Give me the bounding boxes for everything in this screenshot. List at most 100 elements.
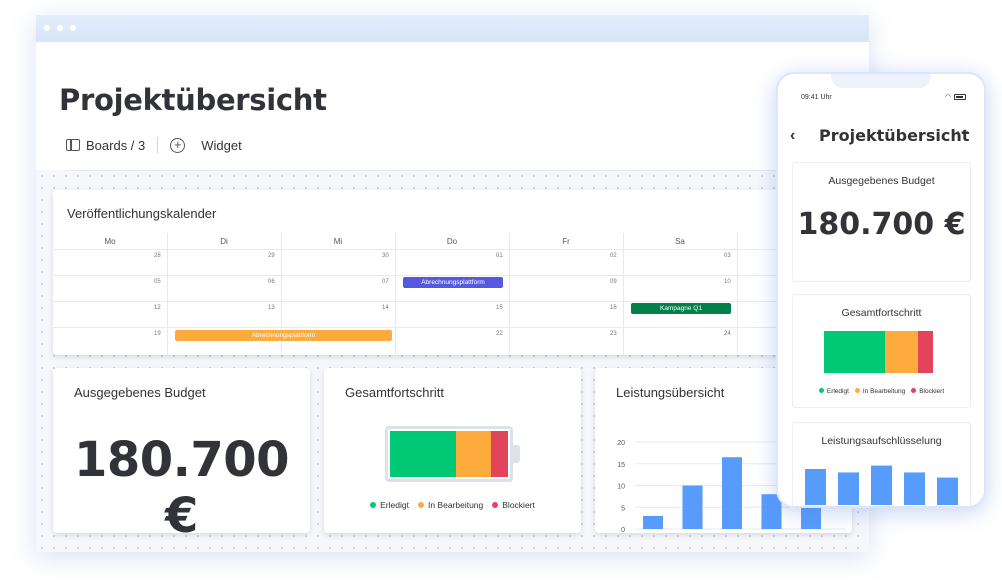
calendar-date: 23 (610, 331, 617, 337)
progress-title: Gesamtfortschritt (345, 385, 444, 400)
calendar-date: 13 (268, 305, 275, 311)
phone-progress-bar (824, 331, 933, 373)
legend-swatch (818, 388, 824, 393)
desktop-window: Projektübersicht Boards / 3 + Widget Ver… (36, 15, 869, 552)
window-dot (44, 25, 50, 31)
calendar-date: 29 (268, 253, 275, 259)
calendar-date: 30 (382, 253, 389, 259)
calendar-event[interactable]: Abrechnungsplattform (175, 330, 392, 341)
wifi-icon: ◠ (944, 94, 951, 101)
progress-segment (491, 431, 508, 477)
toolbar-divider (157, 137, 159, 153)
legend-item: Blockiert (911, 388, 944, 395)
budget-value: 180.700 € (73, 432, 290, 544)
battery-icon (954, 94, 966, 101)
calendar-date: 06 (268, 279, 275, 285)
phone-progress-legend: Erledigt In Bearbeitung Blockiert (793, 388, 970, 395)
board-icon (66, 139, 80, 151)
calendar-date: 05 (154, 279, 161, 285)
boards-button[interactable]: Boards / 3 (86, 138, 145, 153)
legend-item: Erledigt (370, 500, 409, 510)
progress-segment (824, 331, 886, 373)
window-dot (57, 25, 63, 31)
legend-label: Erledigt (826, 388, 849, 395)
y-tick-label: 0 (621, 527, 625, 533)
y-tick-label: 20 (617, 440, 625, 447)
calendar-weekdays: Mo Di Mi Do Fr Sa (53, 233, 843, 249)
legend-swatch (854, 388, 860, 393)
calendar-date: 14 (382, 305, 389, 311)
bar (643, 515, 663, 529)
calendar-week: 19 20 21 22 23 24 (53, 327, 843, 353)
progress-segment (456, 431, 492, 477)
legend-swatch (417, 502, 424, 508)
legend-label: In Bearbeitung (427, 500, 484, 510)
calendar-date: 22 (496, 331, 503, 337)
weekday-label: Mi (333, 237, 343, 246)
progress-battery (385, 426, 513, 482)
status-time: 09:41 Uhr (801, 94, 832, 101)
calendar-date: 15 (496, 305, 503, 311)
y-tick-label: 10 (617, 484, 625, 491)
battery-cap (513, 445, 520, 463)
legend-label: Blockiert (919, 388, 945, 395)
status-icons: ◠ (945, 93, 966, 101)
calendar-date: 28 (154, 253, 161, 259)
bar (937, 477, 958, 505)
weekday-label: Mo (104, 237, 116, 246)
legend-swatch (911, 388, 917, 393)
progress-legend: Erledigt In Bearbeitung Blockiert (324, 500, 581, 510)
calendar-widget[interactable]: Veröffentlichungskalender Mo Di Mi Do Fr… (53, 190, 843, 355)
progress-segment (390, 431, 457, 477)
calendar-date: 01 (496, 253, 503, 259)
phone-budget-card[interactable]: Ausgegebenes Budget 180.700 € (792, 162, 971, 282)
weekday-label: Sa (675, 237, 685, 246)
calendar-date: 03 (724, 253, 731, 259)
calendar-date: 09 (610, 279, 617, 285)
widget-button[interactable]: Widget (201, 138, 241, 153)
bar (904, 472, 925, 505)
phone-breakdown-card[interactable]: Leistungsaufschlüsselung (792, 422, 971, 506)
progress-segment (885, 331, 918, 373)
bar (838, 472, 859, 505)
bar (682, 485, 703, 529)
phone-notch (831, 74, 931, 88)
bar (871, 465, 892, 505)
calendar-date: 02 (610, 253, 617, 259)
legend-label: In Bearbeitung (862, 388, 906, 395)
page-title: Projektübersicht (59, 83, 327, 117)
calendar-event[interactable]: Abrechnungsplattform (403, 277, 503, 288)
legend-swatch (370, 502, 377, 508)
weekday-label: Di (220, 237, 228, 246)
calendar-date: 12 (154, 305, 161, 311)
dashboard-header: Projektübersicht Boards / 3 + Widget (36, 42, 869, 171)
legend-label: Blockiert (502, 500, 535, 510)
y-tick-label: 15 (617, 462, 625, 469)
calendar-date: 07 (382, 279, 389, 285)
legend-label: Erledigt (380, 500, 409, 510)
phone-budget-value: 180.700 € (797, 207, 966, 242)
progress-segment (917, 331, 933, 373)
legend-swatch (492, 502, 499, 508)
more-icon[interactable]: ··· (956, 124, 970, 140)
calendar-date: 10 (724, 279, 731, 285)
budget-widget[interactable]: Ausgegebenes Budget 180.700 € (53, 368, 310, 544)
mobile-device: 09:41 Uhr ◠ ‹ Projektübersicht ··· Ausge… (776, 72, 986, 508)
bar (722, 457, 742, 529)
back-button[interactable]: ‹ (790, 127, 795, 145)
phone-progress-title: Gesamtfortschritt (841, 307, 922, 319)
budget-title: Ausgegebenes Budget (74, 385, 206, 400)
add-icon[interactable]: + (170, 137, 186, 153)
calendar-week: 28 29 30 01 02 03 (53, 249, 843, 275)
phone-budget-title: Ausgegebenes Budget (828, 175, 935, 187)
calendar-date: 19 (154, 331, 161, 337)
weekday-label: Do (446, 237, 458, 246)
bar (805, 469, 826, 505)
calendar-event[interactable]: Kampagne Q1 (631, 303, 731, 314)
legend-item: Erledigt (818, 388, 849, 395)
window-dot (70, 25, 76, 31)
calendar-date: 16 (610, 305, 617, 311)
phone-progress-card[interactable]: Gesamtfortschritt Erledigt In Bearbeitun… (792, 294, 971, 408)
breakdown-chart (805, 465, 958, 505)
progress-widget[interactable]: Gesamtfortschritt Erledigt In Bearbeitun… (324, 368, 581, 533)
